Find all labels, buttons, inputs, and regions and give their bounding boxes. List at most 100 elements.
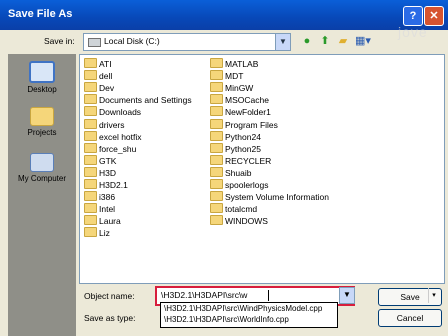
folder-icon [210, 70, 223, 81]
folder-icon [210, 130, 223, 141]
file-name: i386 [99, 192, 116, 203]
file-name: Laura [99, 216, 121, 227]
folder-icon [84, 130, 97, 141]
folder-icon [210, 154, 223, 165]
list-item[interactable]: Python24 [210, 130, 261, 143]
list-item[interactable]: Python25 [210, 142, 261, 155]
folder-icon [84, 118, 97, 129]
folder-icon [210, 191, 223, 202]
folder-icon [84, 106, 97, 117]
list-item[interactable]: ATI [84, 58, 112, 70]
file-name: ATI [99, 59, 112, 69]
folder-icon [210, 82, 223, 93]
list-item[interactable]: NewFolder1 [210, 106, 271, 118]
list-item[interactable]: Documents and Settings [84, 94, 192, 106]
folder-icon [84, 70, 97, 81]
folder-icon [84, 142, 97, 153]
save-button-label: Save [400, 292, 420, 302]
list-item[interactable]: Intel [84, 203, 115, 215]
up-folder-icon[interactable]: ⬆ [318, 34, 332, 48]
folder-icon [84, 58, 97, 68]
autocomplete-item[interactable]: \H3D2.1\H3DAPI\src\WorldInfo.cpp [164, 315, 289, 324]
file-name: Dev [99, 83, 115, 94]
list-item[interactable]: force_shu [84, 142, 136, 155]
object-name-value: \H3D2.1\H3DAPI\src\w [161, 290, 248, 300]
new-folder-icon[interactable]: ▰ [336, 34, 350, 48]
save-in-value: Local Disk (C:) [104, 36, 160, 46]
object-name-label: Object name: [84, 291, 135, 301]
desktop-icon [29, 61, 55, 83]
list-item[interactable]: excel hotfix [84, 130, 142, 143]
close-button[interactable]: ✕ [424, 6, 444, 26]
folder-icon [84, 227, 97, 238]
file-name: Program Files [225, 119, 278, 130]
file-name: MDT [225, 71, 244, 82]
file-list[interactable]: ATI dell Dev Documents and Settings Download… [79, 54, 445, 284]
place-label: Desktop [27, 85, 57, 94]
cancel-button[interactable]: Cancel [378, 309, 442, 327]
list-item[interactable]: RECYCLER [210, 154, 272, 167]
save-in-dropdown[interactable]: Local Disk (C:) ▼ [83, 33, 291, 51]
list-item[interactable]: Downloads [84, 106, 141, 118]
list-item[interactable]: MinGW [210, 82, 253, 94]
list-item[interactable]: WINDOWS [210, 215, 268, 227]
list-item[interactable]: Dev [84, 82, 114, 94]
list-item[interactable]: Liz [84, 227, 110, 239]
autocomplete-list[interactable]: \H3D2.1\H3DAPI\src\WindPhysicsModel.cpp … [160, 302, 338, 328]
file-name: Intel [99, 204, 116, 215]
file-name: System Volume Information [225, 192, 329, 203]
file-name: spoolerlogs [225, 180, 269, 190]
list-item[interactable]: Program Files [210, 118, 278, 131]
folder-icon [84, 203, 97, 214]
file-name: RECYCLER [225, 155, 272, 166]
file-name: Shuaib [225, 167, 252, 178]
help-button[interactable]: ? [403, 6, 423, 26]
folder-icon [210, 94, 223, 105]
list-item[interactable]: spoolerlogs [210, 179, 268, 191]
list-item[interactable]: i386 [84, 191, 115, 203]
list-item[interactable]: MSOCache [210, 94, 269, 106]
list-item[interactable]: dell [84, 70, 112, 82]
view-menu-icon[interactable]: ▦▾ [354, 34, 372, 48]
place-desktop[interactable]: Desktop [9, 61, 75, 94]
list-item[interactable]: GTK [84, 154, 116, 167]
list-item[interactable]: MATLAB [210, 58, 258, 70]
autocomplete-item[interactable]: \H3D2.1\H3DAPI\src\WindPhysicsModel.cpp [164, 304, 322, 313]
list-item[interactable]: Shuaib [210, 166, 252, 179]
back-icon[interactable]: ● [300, 34, 314, 48]
list-item[interactable]: System Volume Information [210, 191, 329, 203]
file-name: MinGW [225, 83, 254, 94]
list-item[interactable]: drivers [84, 118, 125, 131]
dialog-title: Save File As [8, 8, 73, 20]
text-caret [268, 290, 269, 301]
file-name: excel hotfix [99, 131, 142, 142]
places-bar: Desktop Projects My Computer [8, 54, 76, 336]
list-item[interactable]: Laura [84, 215, 121, 227]
object-name-dropdown-button[interactable]: ▼ [339, 287, 355, 304]
file-name: MSOCache [225, 95, 269, 106]
file-name: Liz [99, 228, 110, 239]
place-my-computer[interactable]: My Computer [9, 153, 75, 183]
save-as-type-label: Save as type: [84, 313, 136, 323]
list-item[interactable]: H3D [84, 166, 116, 179]
title-bar: Save File As ? ✕ [0, 0, 448, 30]
save-options-chevron-icon[interactable]: ▾ [428, 288, 439, 303]
list-item[interactable]: totalcmd [210, 203, 257, 215]
place-projects[interactable]: Projects [9, 107, 75, 137]
place-label: Projects [27, 128, 57, 137]
folder-icon [84, 179, 97, 189]
list-item[interactable]: H3D2.1 [84, 179, 128, 191]
folder-icon [84, 94, 97, 105]
cancel-button-label: Cancel [396, 313, 424, 323]
list-item[interactable]: MDT [210, 70, 243, 82]
file-name: WINDOWS [225, 216, 268, 227]
folder-icon [210, 118, 223, 129]
folder-icon [210, 106, 223, 117]
folder-icon [210, 142, 223, 153]
file-name: NewFolder1 [225, 107, 271, 118]
jove-watermark: jove [398, 24, 428, 40]
chevron-down-icon[interactable]: ▼ [275, 34, 290, 50]
file-name: MATLAB [225, 59, 259, 69]
file-name: H3D2.1 [99, 180, 128, 190]
folder-icon [30, 107, 54, 126]
